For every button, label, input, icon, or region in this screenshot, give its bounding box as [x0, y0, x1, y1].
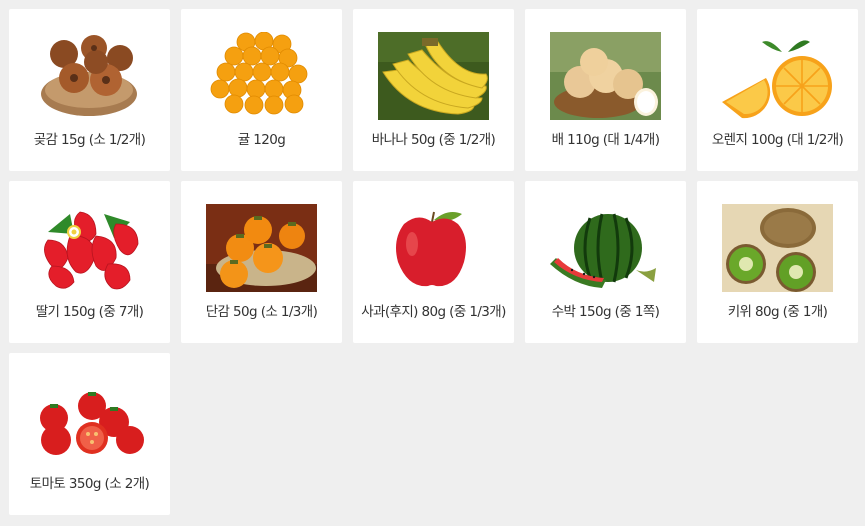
fruit-label: 키위 80g (중 1개): [727, 304, 828, 320]
fruit-card-sweet-persimmon[interactable]: 단감 50g (소 1/3개): [181, 181, 342, 343]
fruit-label: 곶감 15g (소 1/2개): [33, 132, 146, 148]
fruit-card-kiwi[interactable]: 키위 80g (중 1개): [697, 181, 858, 343]
fruit-label: 딸기 150g (중 7개): [35, 304, 144, 320]
fruit-card-orange[interactable]: 오렌지 100g (대 1/2개): [697, 9, 858, 171]
fruit-label: 배 110g (대 1/4개): [551, 132, 660, 148]
orange-image: [722, 32, 833, 120]
fruit-label: 귤 120g: [237, 132, 286, 148]
fruit-label: 토마토 350g (소 2개): [29, 476, 150, 492]
fruit-label: 오렌지 100g (대 1/2개): [711, 132, 844, 148]
fruit-label: 바나나 50g (중 1/2개): [371, 132, 496, 148]
tomato-image: [34, 376, 145, 464]
fruit-card-tangerine[interactable]: 귤 120g: [181, 9, 342, 171]
fruit-card-tomato[interactable]: 토마토 350g (소 2개): [9, 353, 170, 515]
dried-persimmon-image: [34, 32, 145, 120]
fruit-label: 사과(후지) 80g (중 1/3개): [361, 304, 506, 320]
fruit-label: 단감 50g (소 1/3개): [205, 304, 318, 320]
fruit-card-watermelon[interactable]: 수박 150g (중 1쪽): [525, 181, 686, 343]
banana-image: [378, 32, 489, 120]
strawberry-image: [34, 204, 145, 292]
fruit-card-dried-persimmon[interactable]: 곶감 15g (소 1/2개): [9, 9, 170, 171]
fruit-label: 수박 150g (중 1쪽): [551, 304, 660, 320]
watermelon-image: [550, 204, 661, 292]
apple-image: [378, 204, 489, 292]
kiwi-image: [722, 204, 833, 292]
fruit-grid: 곶감 15g (소 1/2개) 귤 120g 바나나 50g (중 1/2개) …: [0, 0, 865, 515]
fruit-card-strawberry[interactable]: 딸기 150g (중 7개): [9, 181, 170, 343]
tangerine-image: [206, 32, 317, 120]
fruit-card-pear[interactable]: 배 110g (대 1/4개): [525, 9, 686, 171]
fruit-card-apple[interactable]: 사과(후지) 80g (중 1/3개): [353, 181, 514, 343]
fruit-card-banana[interactable]: 바나나 50g (중 1/2개): [353, 9, 514, 171]
pear-image: [550, 32, 661, 120]
sweet-persimmon-image: [206, 204, 317, 292]
